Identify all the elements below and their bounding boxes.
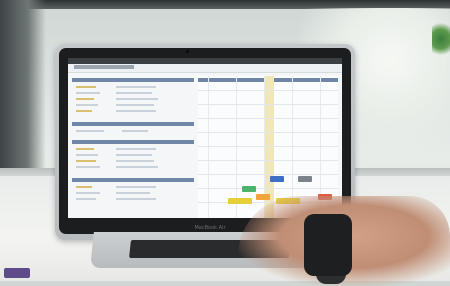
panel-row: [116, 92, 152, 94]
panel-row: [76, 104, 98, 106]
calendar-gridline: [198, 90, 338, 91]
panel-row: [116, 104, 154, 106]
panel-row: [116, 166, 158, 168]
panel-header: [72, 178, 194, 182]
panel-row: [76, 166, 100, 168]
panel-row: [116, 186, 156, 188]
calendar-gridline: [198, 146, 338, 147]
calendar-gridline: [198, 188, 338, 189]
panel-header: [72, 78, 194, 82]
panel-row: [76, 160, 96, 162]
calendar-gridline: [198, 160, 338, 161]
panel-row: [76, 130, 104, 132]
laptop-camera-icon: [186, 50, 189, 53]
desk-object: [4, 268, 30, 278]
panel-row: [116, 110, 156, 112]
watch-icon: [304, 214, 352, 276]
laptop-screen: [68, 58, 342, 218]
panel-row: [116, 160, 154, 162]
panel-row: [76, 198, 96, 200]
panel-row: [76, 148, 94, 150]
panel-row: [116, 192, 150, 194]
calendar-gridline: [198, 118, 338, 119]
panel-row: [76, 154, 98, 156]
panel-row: [76, 98, 94, 100]
laptop-logo: MacBook Air: [194, 225, 226, 231]
panel-row: [76, 110, 92, 112]
screen-left-panel: [72, 76, 194, 218]
panel-row: [76, 192, 100, 194]
panel-header: [72, 122, 194, 126]
panel-row: [116, 148, 156, 150]
panel-row: [116, 154, 152, 156]
panel-row: [116, 98, 158, 100]
calendar-gridline: [198, 132, 338, 133]
panel-row: [116, 86, 156, 88]
calendar-gridline: [198, 104, 338, 105]
calendar-event-yellow[interactable]: [228, 198, 252, 204]
calendar-gridline: [198, 174, 338, 175]
calendar-event-orange[interactable]: [256, 194, 270, 200]
background-plant: [432, 22, 450, 56]
panel-row: [122, 130, 148, 132]
calendar-event-gray[interactable]: [298, 176, 312, 182]
calendar-divider: [236, 76, 237, 218]
photo-scene: MacBook Air: [0, 0, 450, 286]
panel-row: [76, 86, 96, 88]
panel-header: [72, 140, 194, 144]
calendar-event-green[interactable]: [242, 186, 256, 192]
panel-row: [76, 186, 92, 188]
calendar-event-blue[interactable]: [270, 176, 284, 182]
panel-row: [116, 198, 156, 200]
panel-row: [76, 92, 100, 94]
screen-title-blur: [74, 65, 134, 69]
calendar-divider: [208, 76, 209, 218]
